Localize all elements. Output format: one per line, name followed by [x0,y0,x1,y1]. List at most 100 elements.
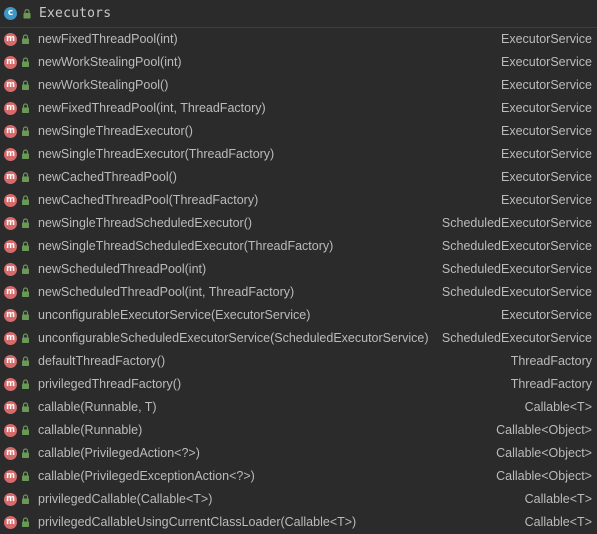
method-icon: m [4,332,17,345]
method-icon: m [4,493,17,506]
lock-icon [22,264,29,274]
method-name: callable(Runnable, T) [38,400,157,414]
lock-icon [22,379,29,389]
method-icon: m [4,470,17,483]
method-icon: m [4,447,17,460]
method-row[interactable]: m defaultThreadFactory() ThreadFactory [0,350,597,373]
method-row[interactable]: m callable(PrivilegedExceptionAction<?>) C… [0,465,597,488]
lock-icon [22,425,29,435]
method-row[interactable]: m newSingleThreadExecutor(ThreadFactory) E… [0,143,597,166]
method-return-type: ExecutorService [500,32,592,46]
method-name: defaultThreadFactory() [38,354,166,368]
method-return-type: ThreadFactory [510,377,592,391]
method-row[interactable]: m newWorkStealingPool() ExecutorService [0,74,597,97]
method-icon: m [4,516,17,529]
method-icon: m [4,401,17,414]
method-row[interactable]: m privilegedCallable(Callable<T>) Callable… [0,488,597,511]
lock-icon [23,8,31,18]
method-icon: m [4,309,17,322]
lock-icon [22,126,29,136]
method-row[interactable]: m newWorkStealingPool(int) ExecutorService [0,51,597,74]
method-return-type: ExecutorService [500,147,592,161]
method-return-type: Callable<Object> [496,423,592,437]
method-row[interactable]: m newFixedThreadPool(int) ExecutorService [0,28,597,51]
method-return-type: ExecutorService [500,124,592,138]
method-row[interactable]: m callable(Runnable) Callable<Object> [0,419,597,442]
method-return-type: Callable<Object> [496,446,592,460]
method-icon: m [4,286,17,299]
method-return-type: ExecutorService [500,55,592,69]
class-title: Executors [39,6,112,21]
method-icon: m [4,217,17,230]
lock-icon [22,34,29,44]
lock-icon [22,310,29,320]
method-return-type: ScheduledExecutorService [441,331,592,345]
lock-icon [22,287,29,297]
lock-icon [22,57,29,67]
method-row[interactable]: m newSingleThreadScheduledExecutor() Sched… [0,212,597,235]
method-icon: m [4,56,17,69]
lock-icon [22,356,29,366]
method-icon: m [4,240,17,253]
lock-icon [22,517,29,527]
method-row[interactable]: m newCachedThreadPool() ExecutorService [0,166,597,189]
class-icon: c [4,7,17,20]
lock-icon [22,448,29,458]
method-icon: m [4,148,17,161]
method-row[interactable]: m newSingleThreadExecutor() ExecutorServic… [0,120,597,143]
method-name: newFixedThreadPool(int, ThreadFactory) [38,101,266,115]
method-row[interactable]: m callable(PrivilegedAction<?>) Callable<O… [0,442,597,465]
method-return-type: ScheduledExecutorService [441,262,592,276]
lock-icon [22,149,29,159]
method-icon: m [4,355,17,368]
method-name: privilegedThreadFactory() [38,377,182,391]
method-name: newFixedThreadPool(int) [38,32,178,46]
method-return-type: Callable<T> [524,492,592,506]
method-return-type: ScheduledExecutorService [441,239,592,253]
lock-icon [22,172,29,182]
method-row[interactable]: m callable(Runnable, T) Callable<T> [0,396,597,419]
method-return-type: ExecutorService [500,78,592,92]
method-icon: m [4,263,17,276]
lock-icon [22,103,29,113]
method-return-type: Callable<T> [524,515,592,529]
method-return-type: ExecutorService [500,170,592,184]
method-name: newSingleThreadExecutor(ThreadFactory) [38,147,275,161]
method-row[interactable]: m newSingleThreadScheduledExecutor(Thread… [0,235,597,258]
method-row[interactable]: m newFixedThreadPool(int, ThreadFactory) E… [0,97,597,120]
method-icon: m [4,79,17,92]
method-icon: m [4,125,17,138]
method-return-type: ScheduledExecutorService [441,216,592,230]
method-row[interactable]: m newCachedThreadPool(ThreadFactory) Execu… [0,189,597,212]
method-name: callable(PrivilegedExceptionAction<?>) [38,469,255,483]
method-row[interactable]: m privilegedCallableUsingCurrentClassLoad… [0,511,597,534]
method-name: unconfigurableScheduledExecutorService(S… [38,331,429,345]
lock-icon [22,494,29,504]
method-row[interactable]: m newScheduledThreadPool(int) ScheduledExe… [0,258,597,281]
method-return-type: ThreadFactory [510,354,592,368]
method-row[interactable]: m unconfigurableExecutorService(ExecutorS… [0,304,597,327]
method-row[interactable]: m privilegedThreadFactory() ThreadFactory [0,373,597,396]
method-name: newScheduledThreadPool(int) [38,262,207,276]
method-icon: m [4,102,17,115]
method-name: newSingleThreadExecutor() [38,124,193,138]
method-row[interactable]: m unconfigurableScheduledExecutorService(… [0,327,597,350]
lock-icon [22,241,29,251]
lock-icon [22,218,29,228]
method-name: unconfigurableExecutorService(ExecutorSe… [38,308,311,322]
method-return-type: Callable<Object> [496,469,592,483]
lock-icon [22,402,29,412]
method-icon: m [4,378,17,391]
method-name: newSingleThreadScheduledExecutor(ThreadF… [38,239,334,253]
method-row[interactable]: m newScheduledThreadPool(int, ThreadFacto… [0,281,597,304]
lock-icon [22,333,29,343]
lock-icon [22,80,29,90]
method-name: newCachedThreadPool() [38,170,177,184]
method-icon: m [4,171,17,184]
lock-icon [22,195,29,205]
structure-header: c Executors [0,0,597,28]
method-name: callable(PrivilegedAction<?>) [38,446,200,460]
method-return-type: ExecutorService [500,101,592,115]
method-return-type: ExecutorService [500,193,592,207]
method-name: newWorkStealingPool() [38,78,169,92]
